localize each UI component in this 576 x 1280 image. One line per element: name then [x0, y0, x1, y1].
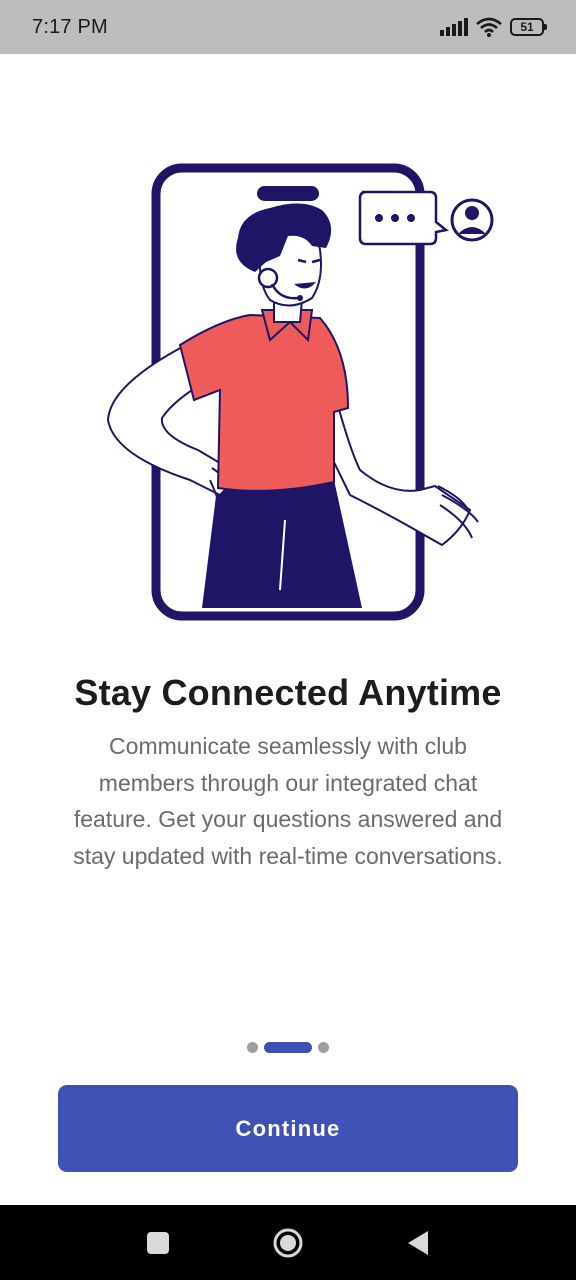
status-time: 7:17 PM	[32, 15, 108, 38]
page-indicator	[0, 1042, 576, 1053]
onboarding-title: Stay Connected Anytime	[74, 672, 502, 713]
page-dot-2-active[interactable]	[264, 1042, 312, 1053]
onboarding-description: Communicate seamlessly with club members…	[73, 733, 503, 869]
continue-button[interactable]: Continue	[58, 1085, 518, 1172]
status-bar: 7:17 PM 51	[0, 0, 576, 54]
page-dot-3[interactable]	[318, 1042, 329, 1053]
signal-icon	[440, 18, 468, 36]
battery-level: 51	[520, 20, 534, 34]
chat-support-illustration	[106, 163, 494, 621]
back-icon[interactable]	[402, 1227, 434, 1259]
status-icons: 51	[440, 17, 547, 37]
navigation-bar	[0, 1205, 576, 1280]
battery-icon: 51	[510, 18, 547, 36]
wifi-icon	[476, 17, 502, 37]
page-dot-1[interactable]	[247, 1042, 258, 1053]
onboarding-screen: 7:17 PM 51 Stay Connected Anytime Commun…	[0, 0, 576, 1280]
recents-icon[interactable]	[142, 1227, 174, 1259]
home-icon[interactable]	[272, 1227, 304, 1259]
